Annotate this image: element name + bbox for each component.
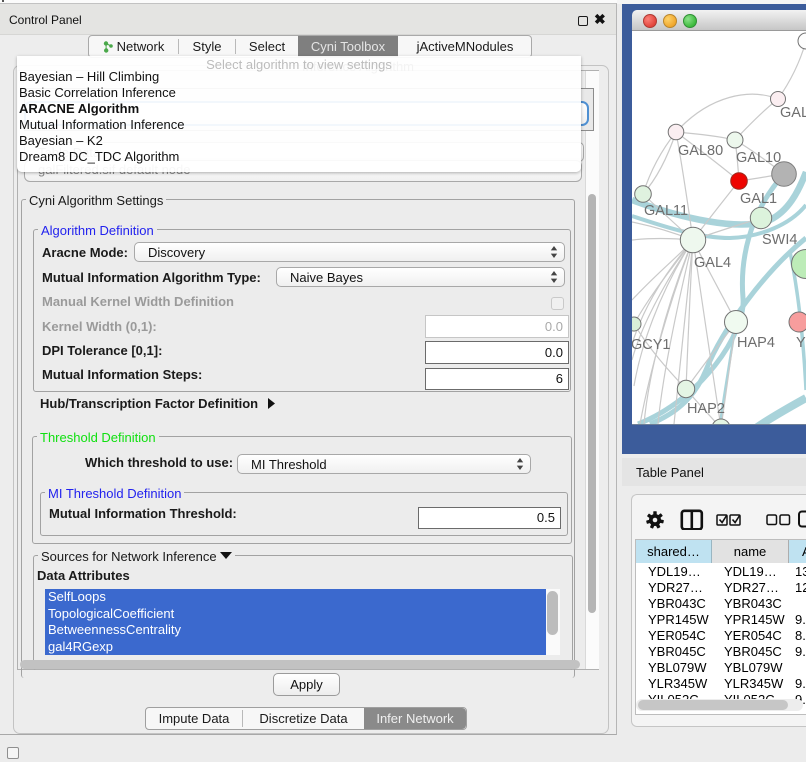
- svg-text:HAP2: HAP2: [687, 401, 725, 417]
- svg-text:HAP4: HAP4: [737, 335, 775, 351]
- svg-text:GAL1: GAL1: [740, 191, 777, 207]
- svg-text:GAL80: GAL80: [678, 143, 723, 159]
- svg-text:GAL: GAL: [780, 105, 806, 121]
- svg-text:GAL11: GAL11: [644, 203, 688, 219]
- svg-text:SWI4: SWI4: [762, 232, 797, 248]
- svg-text:GCY1: GCY1: [632, 337, 671, 353]
- svg-text:GAL4: GAL4: [694, 255, 731, 271]
- svg-text:Y: Y: [796, 335, 806, 351]
- svg-text:GAL10: GAL10: [736, 150, 781, 166]
